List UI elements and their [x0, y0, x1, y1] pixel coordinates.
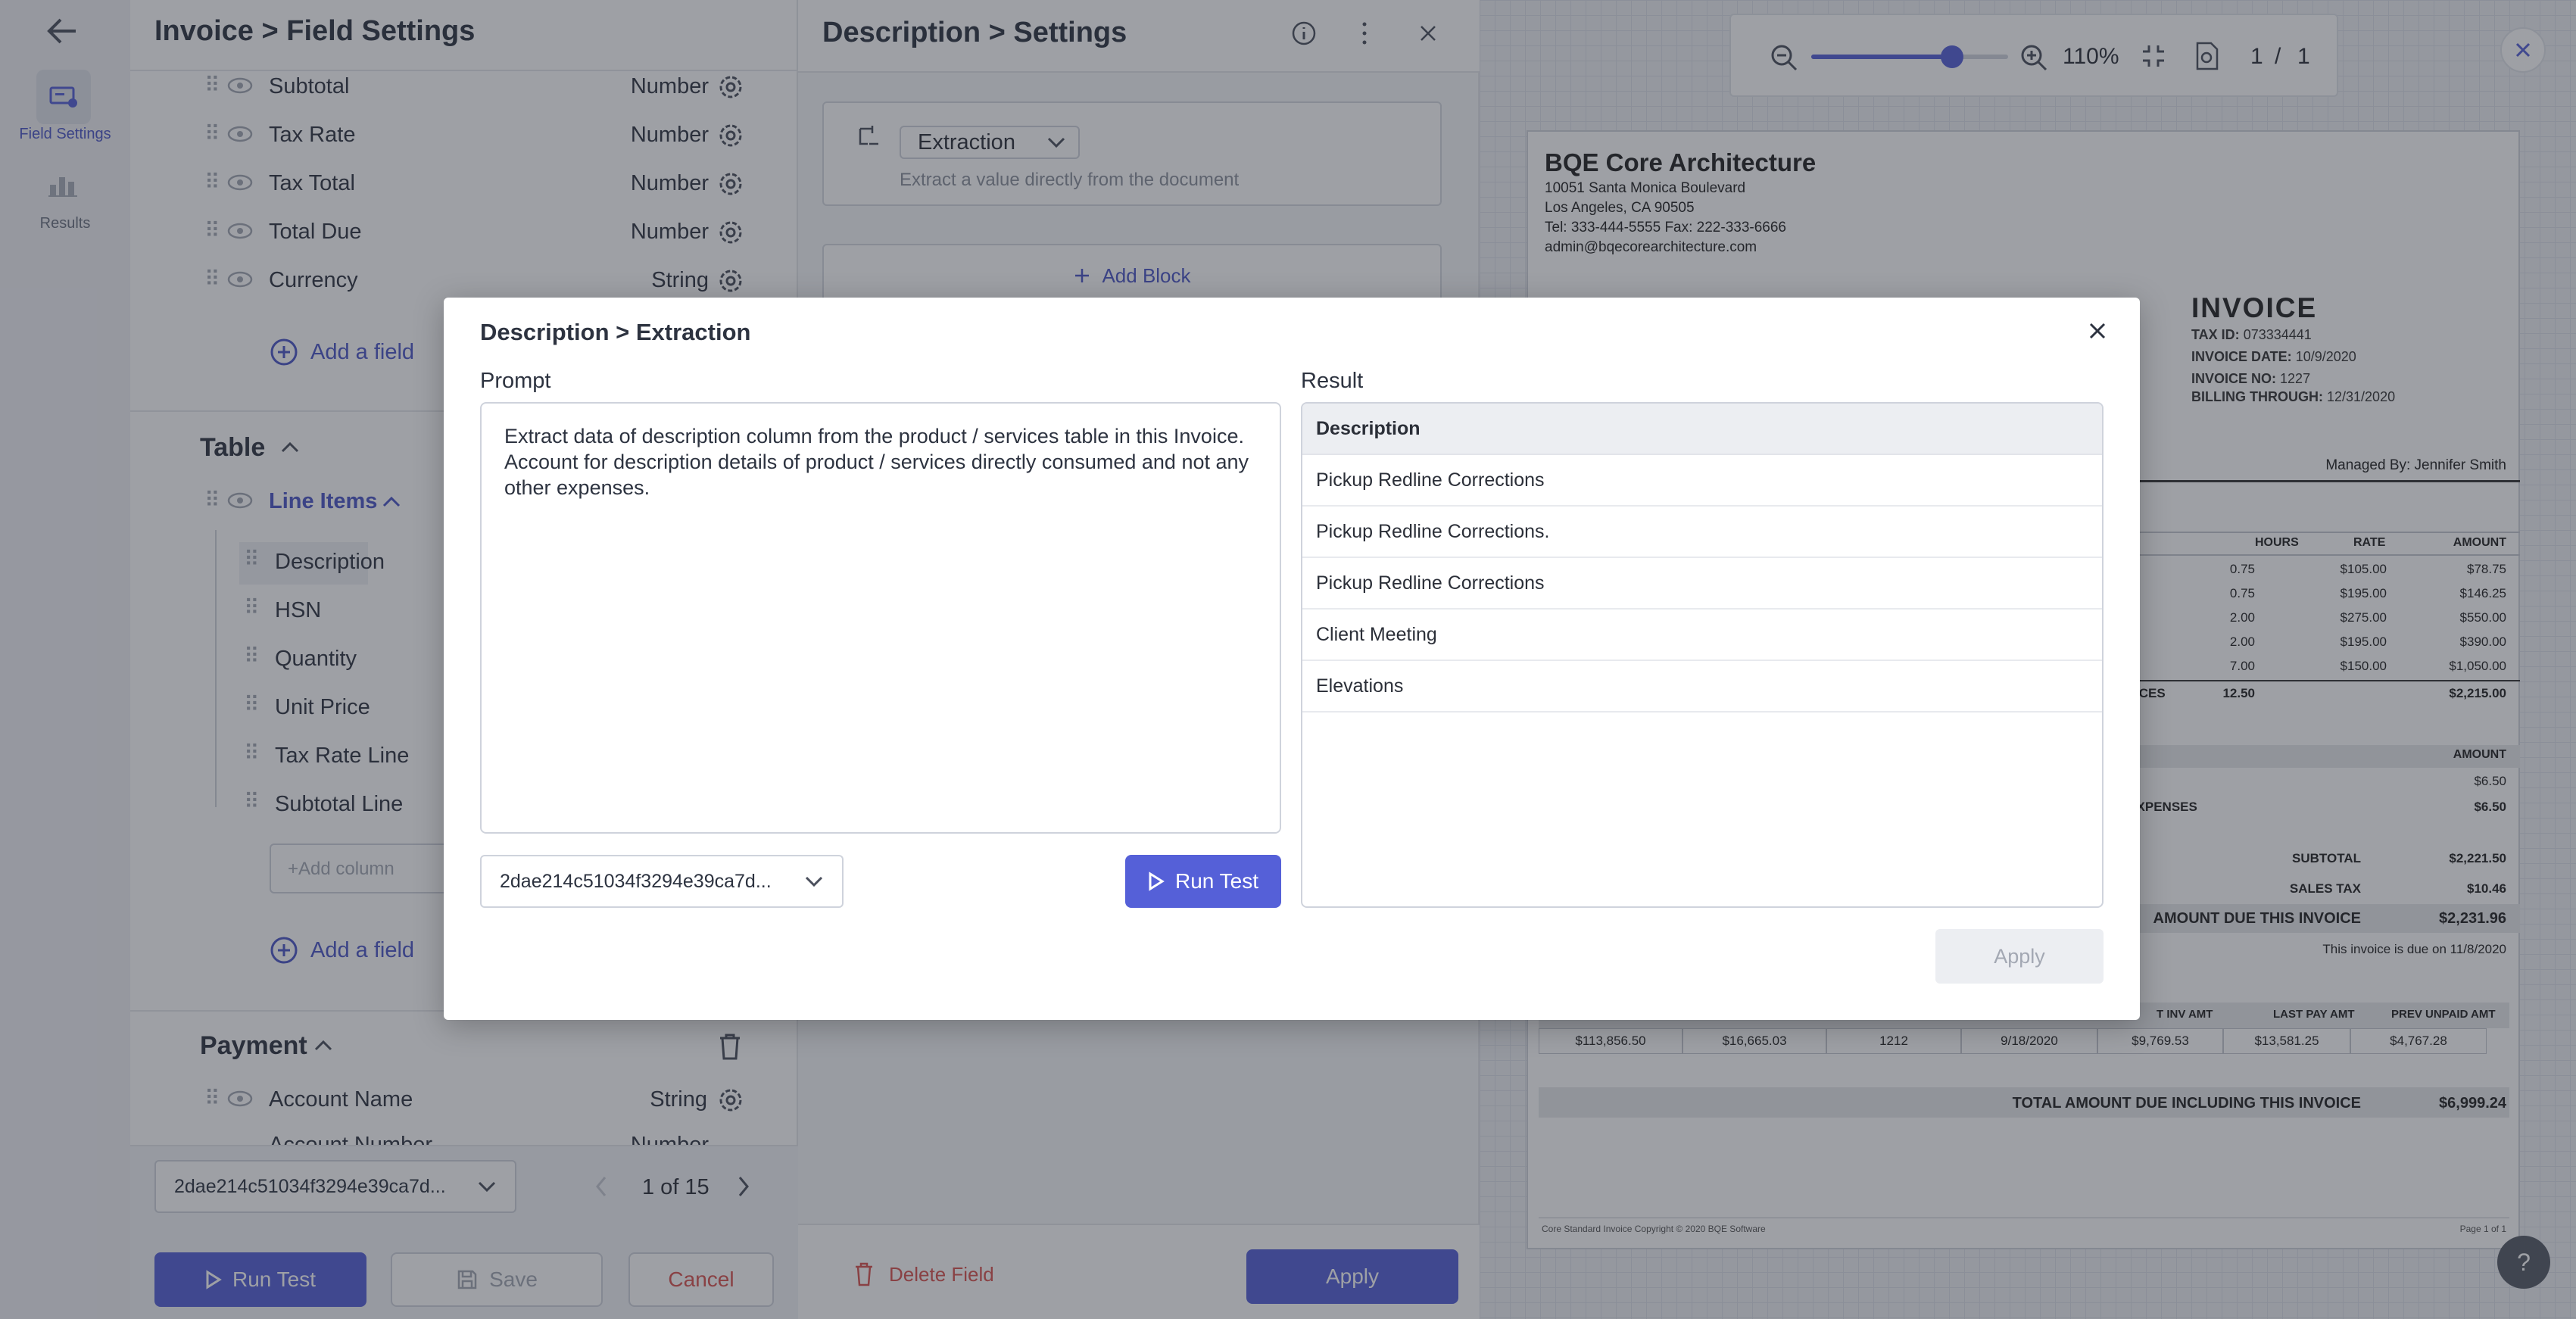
result-row: Elevations [1302, 661, 2102, 713]
prompt-label: Prompt [480, 369, 551, 393]
result-row: Client Meeting [1302, 610, 2102, 661]
prompt-textarea[interactable]: Extract data of description column from … [480, 402, 1281, 834]
result-header: Description [1302, 404, 2102, 455]
result-row: Pickup Redline Corrections. [1302, 507, 2102, 558]
play-icon [1148, 872, 1165, 891]
apply-button[interactable]: Apply [1935, 929, 2104, 984]
close-icon[interactable] [2087, 320, 2108, 341]
result-row: Pickup Redline Corrections [1302, 455, 2102, 507]
extraction-modal: Description > Extraction Prompt Extract … [444, 298, 2140, 1020]
result-row: Pickup Redline Corrections [1302, 558, 2102, 610]
run-test-button[interactable]: Run Test [1125, 855, 1281, 908]
result-table: Description Pickup Redline Corrections P… [1301, 402, 2104, 908]
result-label: Result [1301, 369, 1364, 393]
document-select[interactable]: 2dae214c51034f3294e39ca7d... [480, 855, 844, 908]
modal-title: Description > Extraction [480, 319, 751, 345]
run-test-label: Run Test [1175, 869, 1258, 893]
document-select-value: 2dae214c51034f3294e39ca7d... [500, 870, 772, 892]
chevron-down-icon [804, 875, 824, 887]
